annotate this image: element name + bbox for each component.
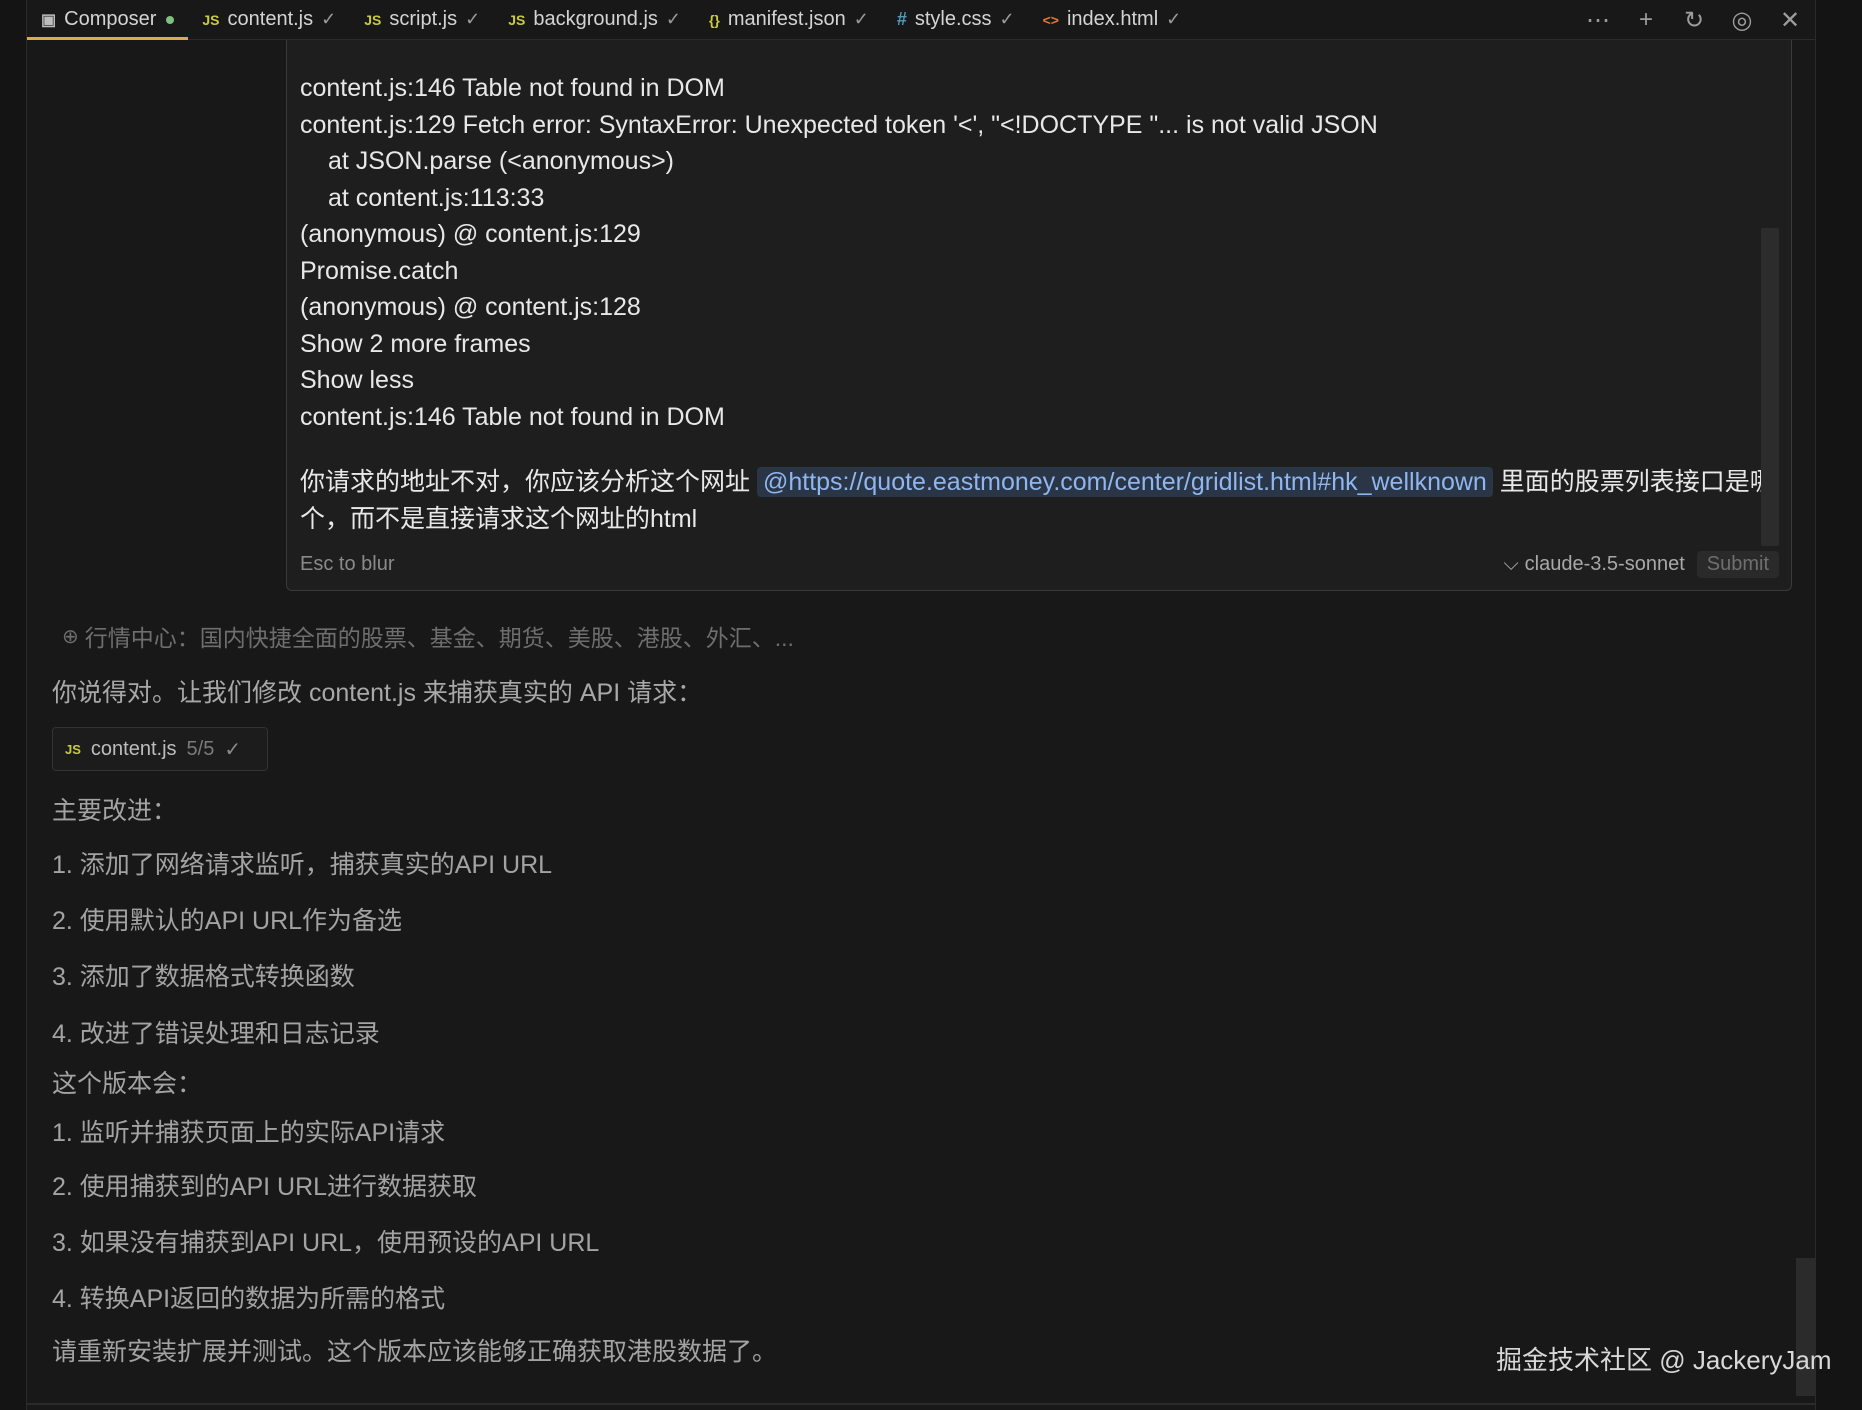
tab-index-html[interactable]: <> index.html ✓ <box>1029 0 1196 40</box>
list-item: 4. 转换API返回的数据为所需的格式 <box>52 1285 446 1313</box>
check-icon: ✓ <box>665 9 681 29</box>
console-line: content.js:129 Fetch error: SyntaxError:… <box>300 110 1378 139</box>
footer-controls: ⌵ claude-3.5-sonnet Submit <box>1503 550 1779 578</box>
blur-hint: Esc to blur <box>300 552 395 575</box>
tab-bar: ▣ Composer JS content.js ✓ JS script.js … <box>27 0 1815 40</box>
list-item: 3. 添加了数据格式转换函数 <box>52 963 355 991</box>
tab-script-js[interactable]: JS script.js ✓ <box>350 0 494 40</box>
improvements-heading: 主要改进： <box>52 797 178 825</box>
check-icon: ✓ <box>465 9 481 29</box>
console-line: Show 2 more frames <box>300 329 531 358</box>
check-icon: ✓ <box>1166 9 1182 29</box>
model-selector[interactable]: ⌵ claude-3.5-sonnet <box>1503 553 1684 576</box>
console-line: (anonymous) @ content.js:129 <box>300 220 641 248</box>
bottom-divider <box>27 1403 1815 1405</box>
check-icon: ✓ <box>224 738 242 761</box>
model-name: claude-3.5-sonnet <box>1524 552 1685 575</box>
list-item: 2. 使用默认的API URL作为备选 <box>52 907 403 935</box>
check-icon: ✓ <box>999 9 1015 29</box>
url-mention[interactable]: @https://quote.eastmoney.com/center/grid… <box>756 467 1493 497</box>
css-file-icon: # <box>896 9 907 29</box>
input-footer: Esc to blur ⌵ claude-3.5-sonnet Submit <box>300 550 1779 578</box>
tab-label: style.css <box>914 8 992 30</box>
check-icon: ✓ <box>321 9 337 29</box>
file-name: content.js <box>90 737 177 760</box>
console-line: Promise.catch <box>300 256 459 285</box>
submit-button[interactable]: Submit <box>1696 550 1779 578</box>
input-scrollbar[interactable] <box>1761 228 1779 546</box>
globe-icon: ⊕ <box>62 625 79 648</box>
user-message-text: 你请求的地址不对，你应该分析这个网址 <box>300 468 751 496</box>
new-chat-icon[interactable]: + <box>1633 6 1659 34</box>
console-line: at content.js:113:33 <box>328 183 545 212</box>
list-item: 3. 如果没有捕获到API URL，使用预设的API URL <box>52 1229 600 1257</box>
close-icon[interactable]: ✕ <box>1777 6 1803 35</box>
list-item: 1. 添加了网络请求监听，捕获真实的API URL <box>52 851 553 879</box>
file-edit-chip[interactable]: JS content.js 5/5 ✓ <box>52 727 268 771</box>
js-file-icon: JS <box>508 11 526 28</box>
tab-label: index.html <box>1066 8 1159 30</box>
edit-count: 5/5 <box>186 737 215 760</box>
settings-icon[interactable]: ◎ <box>1729 6 1755 35</box>
tab-background-js[interactable]: JS background.js ✓ <box>494 0 695 40</box>
tab-label: content.js <box>227 8 314 30</box>
list-item: 4. 改进了错误处理和日志记录 <box>52 1020 380 1048</box>
clipped-text-line <box>300 40 1080 52</box>
tab-content-js[interactable]: JS content.js ✓ <box>188 0 350 40</box>
left-gutter <box>0 0 27 1410</box>
console-line: Show less <box>300 366 414 394</box>
js-file-icon: JS <box>202 11 220 28</box>
tab-label: background.js <box>533 8 658 30</box>
console-line: at JSON.parse (<anonymous>) <box>328 147 674 175</box>
console-line: content.js:146 Table not found in DOM <box>300 74 725 102</box>
web-reference-title: 行情中心：国内快捷全面的股票、基金、期货、美股、港股、外汇、... <box>84 625 794 651</box>
tab-label: script.js <box>389 8 458 30</box>
check-icon: ✓ <box>853 9 869 29</box>
pasted-console-log: content.js:146 Table not found in DOM co… <box>300 70 1760 435</box>
tab-manifest-json[interactable]: {} manifest.json ✓ <box>695 0 883 40</box>
more-icon[interactable]: ⋯ <box>1585 6 1611 35</box>
version-heading: 这个版本会： <box>52 1070 203 1098</box>
console-line: content.js:146 Table not found in DOM <box>300 402 725 431</box>
json-file-icon: {} <box>708 11 720 28</box>
web-reference[interactable]: ⊕ 行情中心：国内快捷全面的股票、基金、期货、美股、港股、外汇、... <box>62 619 794 653</box>
composer-icon: ▣ <box>41 11 57 29</box>
list-item: 1. 监听并捕获页面上的实际API请求 <box>52 1119 446 1147</box>
composer-input-box[interactable]: content.js:146 Table not found in DOM co… <box>286 40 1792 591</box>
modified-dot-icon <box>166 15 175 24</box>
tab-composer[interactable]: ▣ Composer <box>27 0 189 40</box>
tab-style-css[interactable]: # style.css ✓ <box>883 0 1029 40</box>
console-line: (anonymous) @ content.js:128 <box>300 293 641 321</box>
list-item: 2. 使用捕获到的API URL进行数据获取 <box>52 1173 478 1201</box>
watermark: 掘金技术社区 @ JackeryJam <box>1496 1345 1832 1375</box>
right-gutter <box>1815 0 1862 1410</box>
response-intro: 你说得对。让我们修改 content.js 来捕获真实的 API 请求： <box>52 679 703 707</box>
history-icon[interactable]: ↻ <box>1681 6 1707 35</box>
js-file-icon: JS <box>65 741 81 757</box>
tab-label: manifest.json <box>727 8 846 30</box>
tab-label: Composer <box>64 8 157 30</box>
js-file-icon: JS <box>364 11 382 28</box>
chevron-down-icon: ⌵ <box>1503 552 1519 575</box>
user-message: 你请求的地址不对，你应该分析这个网址 @https://quote.eastmo… <box>300 464 1780 538</box>
tab-actions: ⋯ + ↻ ◎ ✕ <box>1585 0 1803 40</box>
html-file-icon: <> <box>1042 11 1059 28</box>
closing-text: 请重新安装扩展并测试。这个版本应该能够正确获取港股数据了。 <box>52 1338 778 1366</box>
